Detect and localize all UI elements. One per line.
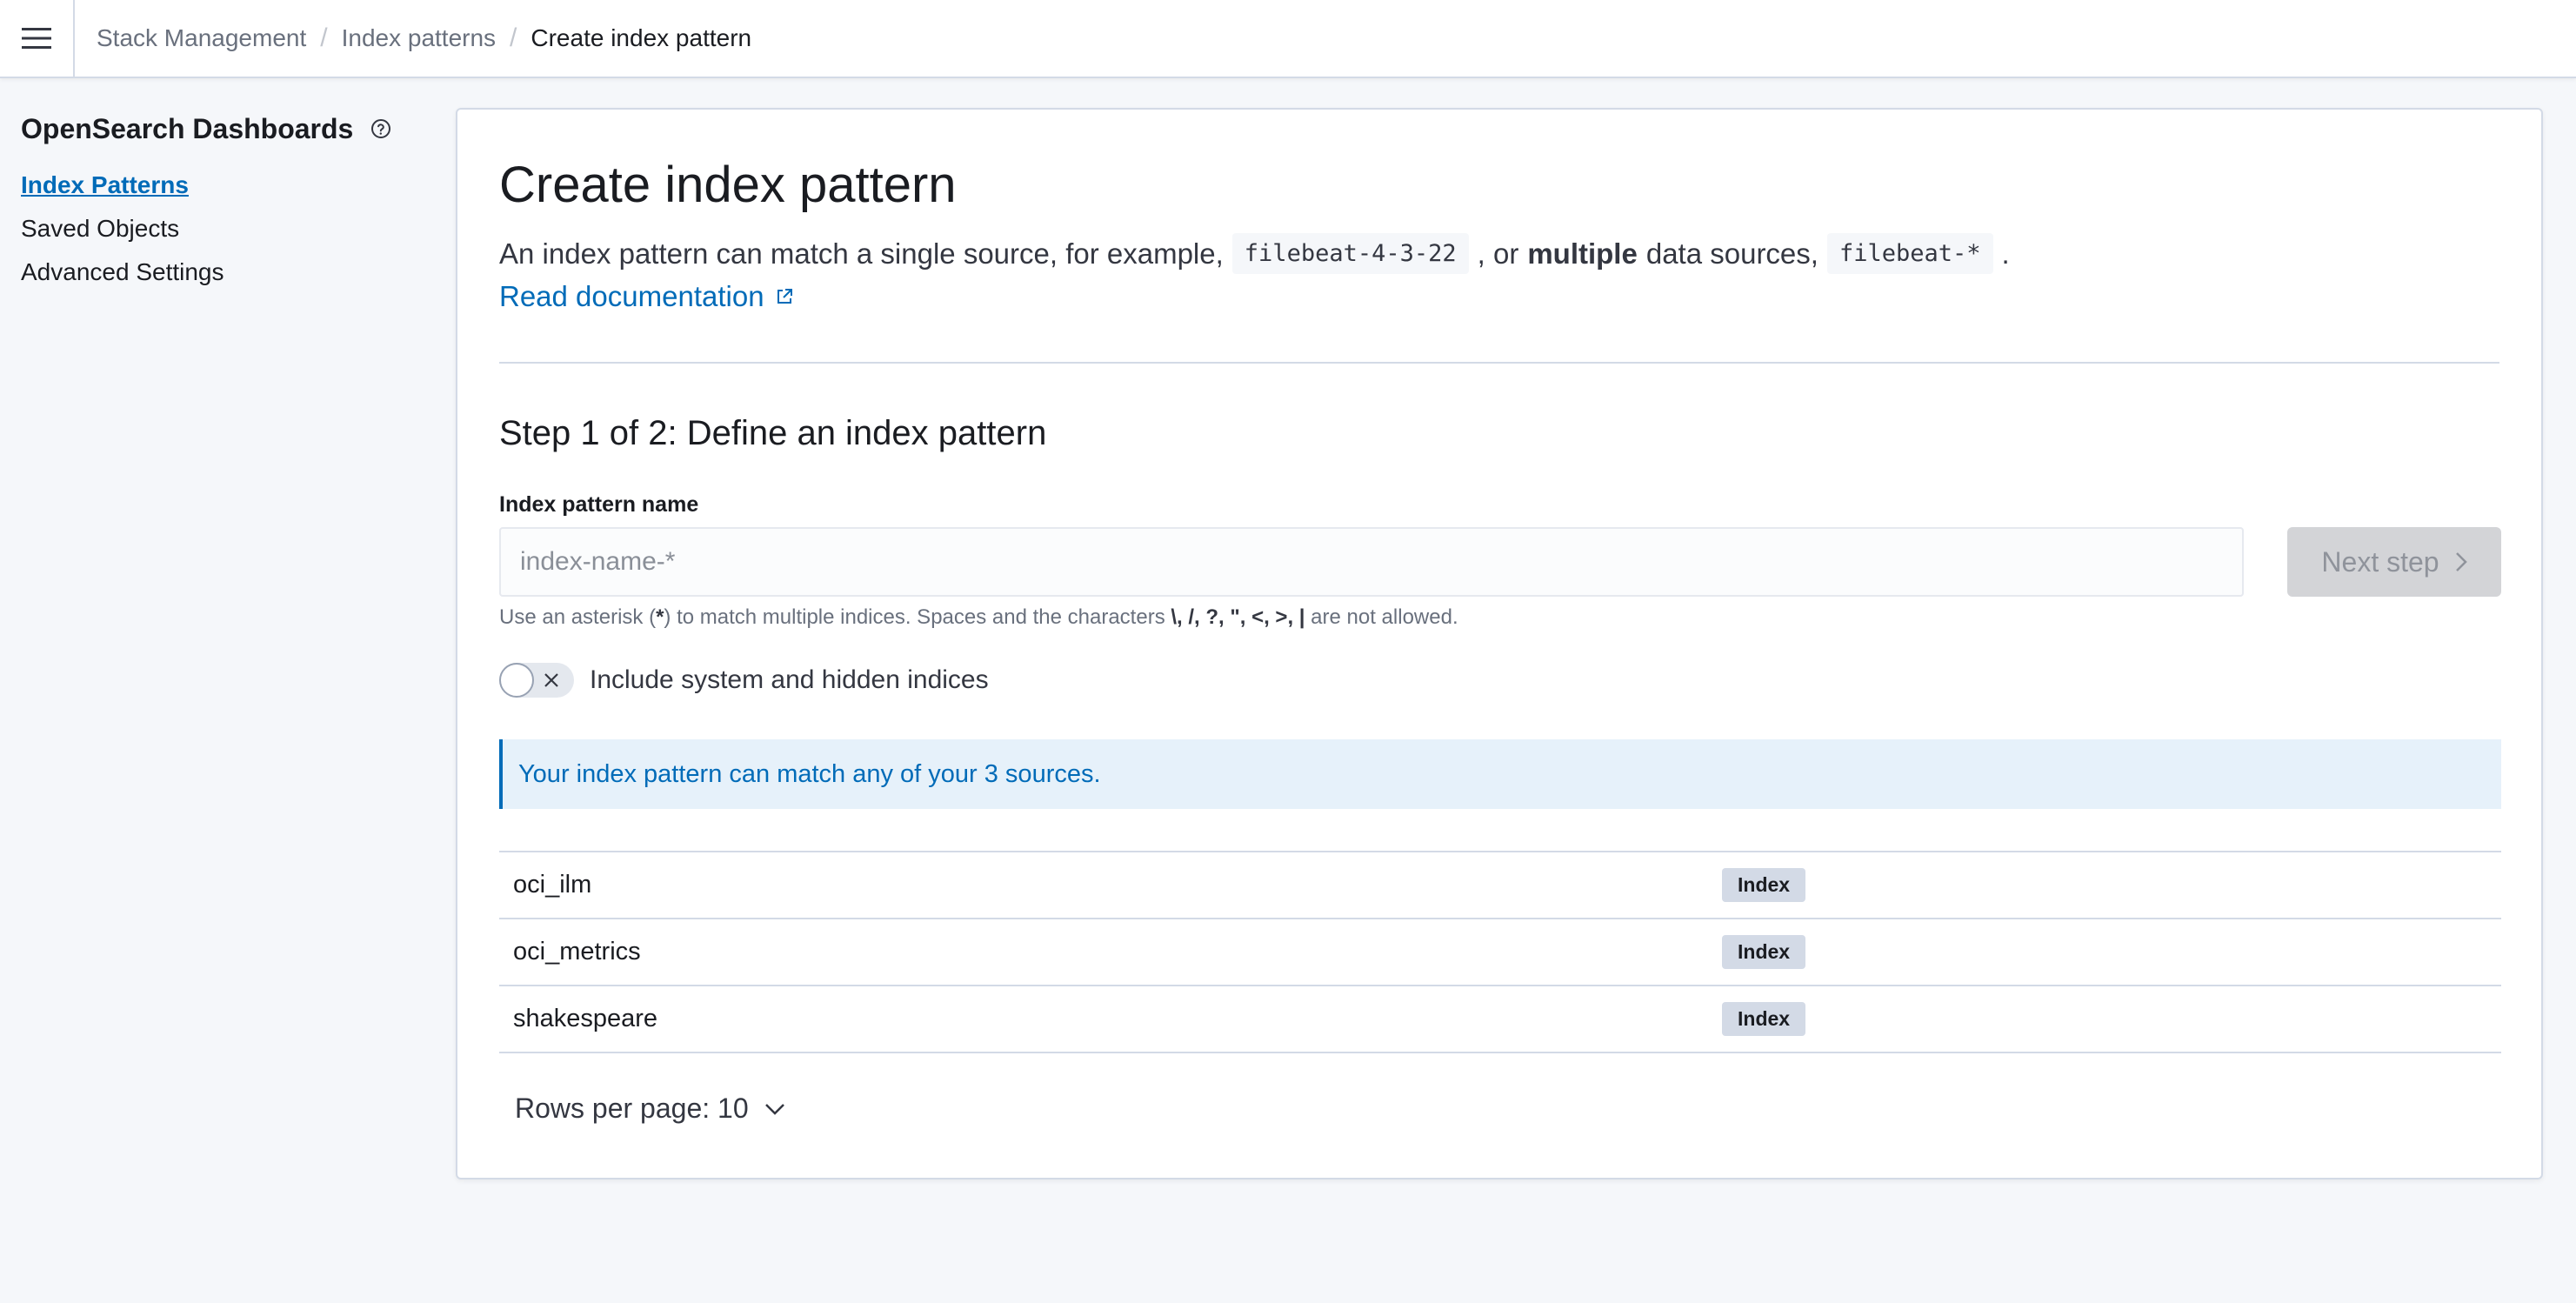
include-hidden-label[interactable]: Include system and hidden indices: [590, 665, 989, 695]
section-divider: [499, 362, 2499, 364]
include-hidden-switch[interactable]: [499, 663, 574, 698]
next-step-label: Next step: [2321, 545, 2439, 578]
sidebar-nav: Index Patterns Saved Objects Advanced Se…: [21, 164, 430, 294]
example-code-multiple: filebeat-*: [1826, 233, 1993, 274]
source-name: oci_ilm: [513, 871, 592, 899]
create-index-pattern-panel: Create index pattern An index pattern ca…: [456, 108, 2543, 1179]
rows-per-page-button[interactable]: Rows per page: 10: [515, 1093, 785, 1125]
hamburger-menu-icon: [22, 28, 51, 49]
source-name: oci_metrics: [513, 938, 641, 966]
description-text: data sources,: [1645, 237, 1819, 270]
help-text-part: are not allowed.: [1311, 605, 1458, 629]
breadcrumb-stack-management[interactable]: Stack Management: [97, 24, 306, 52]
sources-table: oci_ilm Index oci_metrics Index shakespe…: [499, 851, 2501, 1053]
breadcrumb-create-index-pattern: Create index pattern: [531, 24, 752, 51]
next-step-button[interactable]: Next step: [2287, 527, 2501, 597]
description-text: .: [2001, 237, 2010, 270]
table-row: shakespeare Index: [499, 986, 2501, 1053]
question-circle-icon[interactable]: [370, 118, 391, 139]
read-documentation-label: Read documentation: [499, 280, 764, 312]
description-bold: multiple: [1527, 237, 1638, 270]
hamburger-menu-button[interactable]: [0, 0, 75, 77]
switch-knob: [499, 663, 534, 698]
help-text-part: ) to match multiple indices. Spaces and …: [664, 605, 1165, 629]
example-code-single: filebeat-4-3-22: [1231, 233, 1469, 274]
table-row: oci_ilm Index: [499, 852, 2501, 919]
index-badge: Index: [1722, 935, 1806, 969]
table-row: oci_metrics Index: [499, 919, 2501, 986]
input-help-text: Use an asterisk (*) to match multiple in…: [499, 605, 1458, 630]
rows-per-page-label: Rows per page: 10: [515, 1093, 749, 1124]
chevron-down-icon: [764, 1103, 784, 1115]
description-text: , or: [1477, 237, 1519, 270]
breadcrumb-index-patterns[interactable]: Index patterns: [342, 24, 496, 52]
sidebar-title: OpenSearch Dashboards: [21, 110, 430, 148]
help-text-asterisk: *: [656, 605, 664, 629]
include-hidden-toggle-row: Include system and hidden indices: [499, 663, 989, 698]
external-link-icon: [777, 289, 792, 304]
sidebar: OpenSearch Dashboards Index Patterns Sav…: [21, 110, 430, 294]
help-text-forbidden-chars: \, /, ?, ", <, >, |: [1171, 605, 1305, 629]
chevron-right-icon: [2455, 552, 2467, 571]
breadcrumb-separator: /: [510, 23, 517, 52]
top-header: Stack Management / Index patterns / Crea…: [0, 0, 2576, 78]
index-badge: Index: [1722, 868, 1806, 902]
sidebar-item-saved-objects[interactable]: Saved Objects: [21, 207, 430, 251]
breadcrumb-separator: /: [320, 23, 328, 52]
page-description: An index pattern can match a single sour…: [499, 233, 2010, 274]
description-text: An index pattern can match a single sour…: [499, 237, 1224, 270]
read-documentation-link[interactable]: Read documentation: [499, 280, 794, 313]
index-pattern-name-label: Index pattern name: [499, 492, 699, 517]
page-title: Create index pattern: [499, 157, 957, 213]
sidebar-item-index-patterns[interactable]: Index Patterns: [21, 164, 430, 207]
match-sources-callout: Your index pattern can match any of your…: [499, 739, 2501, 809]
step-title: Step 1 of 2: Define an index pattern: [499, 414, 1047, 452]
index-badge: Index: [1722, 1002, 1806, 1036]
cross-icon: [544, 673, 558, 687]
breadcrumb: Stack Management / Index patterns / Crea…: [75, 23, 751, 53]
sidebar-item-advanced-settings[interactable]: Advanced Settings: [21, 251, 430, 294]
index-pattern-name-input[interactable]: [499, 527, 2244, 597]
source-name: shakespeare: [513, 1005, 658, 1032]
sidebar-title-text: OpenSearch Dashboards: [21, 112, 354, 144]
help-text-part: Use an asterisk (: [499, 605, 657, 629]
